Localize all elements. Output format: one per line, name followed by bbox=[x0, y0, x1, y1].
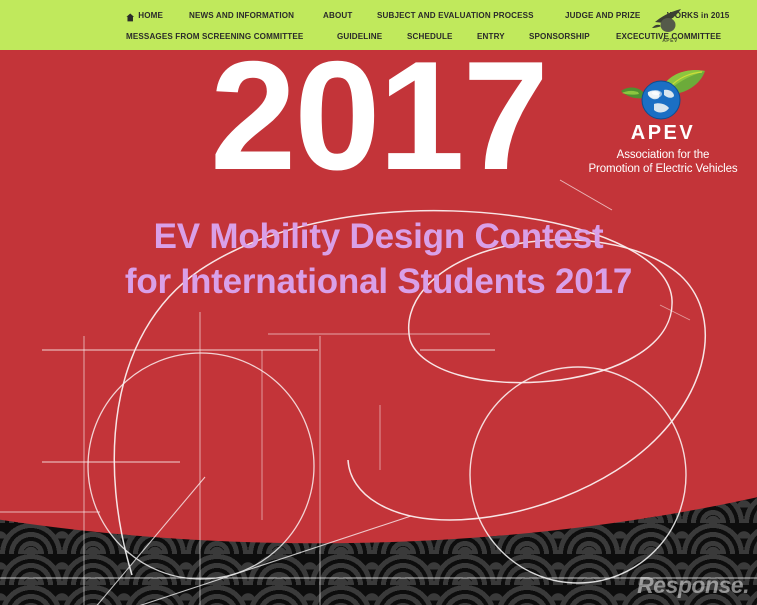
apev-logo-mark bbox=[608, 66, 718, 122]
apev-tagline-line-2: Promotion of Electric Vehicles bbox=[588, 162, 738, 175]
nav-item-home[interactable]: HOME bbox=[126, 7, 163, 23]
hero-banner: 2017 EV Mobility Design Contest for Inte… bbox=[0, 50, 757, 605]
apev-wordmark: APEV bbox=[630, 122, 696, 144]
nav-item-schedule[interactable]: SCHEDULE bbox=[407, 28, 453, 44]
apev-logo[interactable]: APEV Association for the Promotion of El… bbox=[583, 66, 743, 176]
page-root: HOME NEWS AND INFORMATION ABOUT SUBJECT … bbox=[0, 0, 757, 605]
nav-apev-logo[interactable]: APEV bbox=[651, 6, 689, 44]
nav-item-news-and-information[interactable]: NEWS AND INFORMATION bbox=[189, 7, 294, 23]
nav-row-secondary: MESSAGES FROM SCREENING COMMITTEE GUIDEL… bbox=[0, 28, 757, 44]
globe-icon bbox=[641, 80, 681, 120]
apev-tagline: Association for the Promotion of Electri… bbox=[583, 149, 743, 176]
main-navigation: HOME NEWS AND INFORMATION ABOUT SUBJECT … bbox=[0, 0, 757, 50]
nav-item-guideline[interactable]: GUIDELINE bbox=[337, 28, 382, 44]
nav-row-primary: HOME NEWS AND INFORMATION ABOUT SUBJECT … bbox=[0, 7, 757, 23]
apev-tagline-line-1: Association for the bbox=[616, 149, 710, 161]
nav-item-entry[interactable]: ENTRY bbox=[477, 28, 505, 44]
response-watermark: Response. bbox=[637, 572, 749, 598]
home-icon bbox=[126, 11, 135, 21]
nav-item-messages-from-screening-committee[interactable]: MESSAGES FROM SCREENING COMMITTEE bbox=[126, 28, 303, 44]
apev-bird-logo-icon bbox=[652, 9, 681, 32]
nav-item-subject-and-evaluation-process[interactable]: SUBJECT AND EVALUATION PROCESS bbox=[377, 7, 534, 23]
hero-headline-line-2: for International Students 2017 bbox=[124, 261, 633, 301]
nav-apev-logo-label: APEV bbox=[662, 38, 678, 44]
hero-headline: EV Mobility Design Contest for Internati… bbox=[0, 215, 757, 305]
nav-item-home-label: HOME bbox=[138, 10, 164, 20]
hero-headline-line-1: EV Mobility Design Contest bbox=[153, 217, 604, 256]
nav-item-about[interactable]: ABOUT bbox=[323, 7, 352, 23]
nav-item-sponsorship[interactable]: SPONSORSHIP bbox=[529, 28, 590, 44]
nav-item-judge-and-prize[interactable]: JUDGE AND PRIZE bbox=[565, 7, 640, 23]
